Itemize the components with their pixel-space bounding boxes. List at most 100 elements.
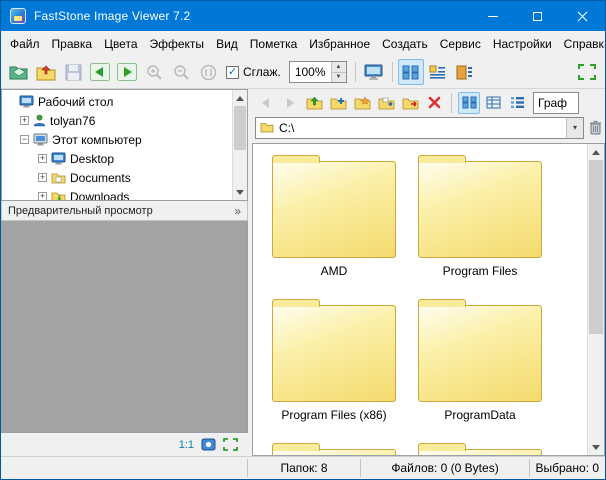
folder-tile-partial[interactable] [411,442,549,455]
tree-expander-plus[interactable]: + [38,192,47,200]
app-window: FastStone Image Viewer 7.2 Файл Правка Ц… [0,0,606,480]
fullscreen-button[interactable] [574,59,600,85]
smooth-checkbox[interactable]: ✓ [226,66,239,79]
display-settings-button[interactable] [361,59,387,85]
favorites-button[interactable] [351,92,373,114]
save-button [60,59,86,85]
copy-to-button[interactable] [375,92,397,114]
spinner-up-icon[interactable]: ▲ [332,62,346,72]
address-path: C:\ [279,121,566,135]
fit-window-button[interactable] [201,438,216,451]
open-folder-button[interactable] [6,59,32,85]
zoom-ratio-label: 1:1 [179,439,194,451]
statusbar-left-section [1,457,247,479]
preview-header[interactable]: Предварительный просмотр » [1,201,248,221]
fullscreen-icon [578,64,596,80]
spinner-down-icon[interactable]: ▼ [332,72,346,83]
menu-item-file[interactable]: Файл [4,33,46,55]
scroll-down-icon[interactable] [233,184,247,200]
toolbar-separator [392,62,393,82]
monitor-icon [364,64,383,81]
menu-item-effects[interactable]: Эффекты [144,33,211,55]
tree-label: Этот компьютер [52,133,142,147]
folder-tile-program-files-x86[interactable]: Program Files (x86) [265,298,403,422]
up-level-button[interactable] [303,92,325,114]
tree-expander-minus[interactable]: − [20,135,29,144]
address-dropdown-icon[interactable]: ▾ [566,118,583,138]
scrollbar-track[interactable] [233,150,247,184]
delete-x-icon [428,96,441,109]
scrollbar-track[interactable] [588,334,604,439]
move-to-folder-icon [402,96,419,110]
tree-item-this-pc[interactable]: − Этот компьютер [6,130,232,149]
scroll-up-icon[interactable] [233,90,247,106]
nav-forward-icon [283,97,297,109]
folder-tile-program-files[interactable]: Program Files [411,154,549,278]
tree-label: Рабочий стол [38,95,113,109]
scrollbar-thumb[interactable] [589,160,603,334]
new-folder-button[interactable] [327,92,349,114]
folder-icon [272,305,396,402]
titlebar[interactable]: FastStone Image Viewer 7.2 [1,1,605,31]
folder-label: AMD [321,264,348,278]
collapse-chevron-icon[interactable]: » [234,204,241,218]
address-combo[interactable]: C:\ ▾ [255,117,584,139]
file-grid: AMD Program Files Program Files (x86) Pr… [253,144,587,455]
view-preview-button[interactable] [452,59,478,85]
menu-item-create[interactable]: Создать [376,33,434,55]
menu-item-tools[interactable]: Сервис [434,33,487,55]
browse-folder-button[interactable] [33,59,59,85]
back-button[interactable] [87,59,113,85]
folder-tile-amd[interactable]: AMD [265,154,403,278]
view-thumbnails-button[interactable] [398,59,424,85]
tree-item-documents[interactable]: + Documents [6,168,232,187]
menu-item-view[interactable]: Вид [210,33,244,55]
folder-tile-partial[interactable] [265,442,403,455]
menu-item-tag[interactable]: Пометка [244,33,304,55]
maximize-button[interactable] [515,1,560,31]
tree-item-desktop[interactable]: + Desktop [6,149,232,168]
scrollbar-thumb[interactable] [234,106,246,150]
tree-item-desktop-root[interactable]: Рабочий стол [6,92,232,111]
app-icon [10,8,26,24]
tree-rows: Рабочий стол + tolyan76 − Этот компьютер… [2,90,232,200]
menu-item-settings[interactable]: Настройки [487,33,558,55]
address-bar: C:\ ▾ [252,116,605,143]
close-icon [577,11,588,22]
tree-expander-plus[interactable]: + [38,173,47,182]
browser-view-thumbnails-button[interactable] [458,92,480,114]
fullscreen-small-button[interactable] [223,438,238,451]
tree-expander-plus[interactable]: + [20,116,29,125]
scroll-down-icon[interactable] [588,439,604,455]
scroll-up-icon[interactable] [588,144,604,160]
back-arrow-icon [90,63,110,81]
delete-button[interactable] [423,92,445,114]
toolbar-separator [451,93,452,113]
zoom-out-button [168,59,194,85]
file-filter-combo[interactable]: Граф [533,92,579,114]
main-area: Рабочий стол + tolyan76 − Этот компьютер… [1,89,605,456]
file-list-scrollbar[interactable] [587,144,604,455]
browser-view-details-button[interactable] [482,92,504,114]
trash-button[interactable] [589,120,602,135]
tree-item-user[interactable]: + tolyan76 [6,111,232,130]
view-details-button[interactable] [425,59,451,85]
forward-button[interactable] [114,59,140,85]
trash-icon [589,120,602,135]
tree-expander-plus[interactable]: + [38,154,47,163]
tree-label: Downloads [70,190,129,201]
browser-view-list-button[interactable] [506,92,528,114]
tree-item-downloads[interactable]: + Downloads [6,187,232,200]
folder-icon [272,161,396,258]
move-to-button[interactable] [399,92,421,114]
close-button[interactable] [560,1,605,31]
menu-item-colors[interactable]: Цвета [98,33,143,55]
menu-item-help[interactable]: Справка [558,33,606,55]
zoom-combo[interactable]: 100% ▲ ▼ [289,61,347,83]
menu-item-favorites[interactable]: Избранное [303,33,376,55]
menu-item-edit[interactable]: Правка [46,33,99,55]
minimize-button[interactable] [470,1,515,31]
tree-scrollbar[interactable] [232,90,247,200]
folder-tile-programdata[interactable]: ProgramData [411,298,549,422]
folder-open-icon [9,64,29,81]
